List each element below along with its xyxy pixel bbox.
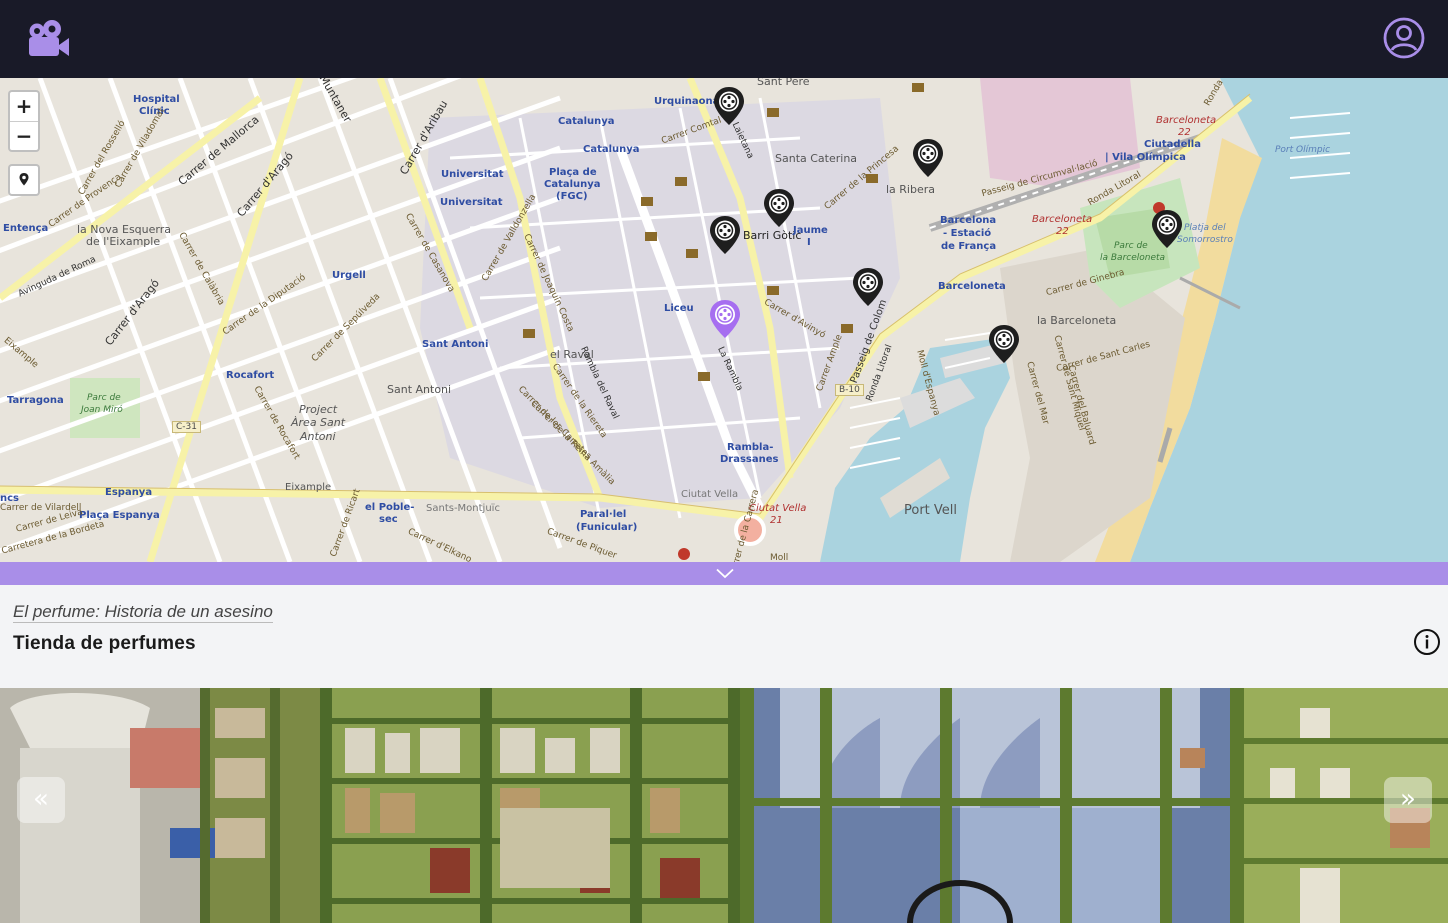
map-label: Sant Pere xyxy=(757,78,810,88)
map-label: Tarragona xyxy=(7,395,64,406)
location-info-panel: El perfume: Historia de un asesino Tiend… xyxy=(0,585,1448,688)
carousel-next-button[interactable]: » xyxy=(1384,777,1432,823)
map-label: | Vila Olímpica xyxy=(1105,152,1186,163)
map-label: Parc de xyxy=(1114,241,1148,251)
map-label: Antoni xyxy=(300,430,336,443)
map-label: Sant Antoni xyxy=(422,339,489,350)
map-label: Moll xyxy=(770,553,789,562)
map-label: - Estació xyxy=(943,228,992,239)
collapse-map-bar[interactable] xyxy=(0,562,1448,585)
map-label: Catalunya xyxy=(583,144,640,155)
road-shield: C-31 xyxy=(172,421,201,433)
map-label: la Barceloneta xyxy=(1100,253,1166,263)
map-label: de França xyxy=(941,241,997,252)
map-label: Rambla- xyxy=(727,442,774,453)
map-label: Plaça de xyxy=(549,167,597,178)
top-navbar xyxy=(0,0,1448,78)
map-label: Barcelona xyxy=(940,215,997,226)
map-label: Ciutat Vella xyxy=(749,503,807,514)
map-label: Urquinaona xyxy=(654,96,720,107)
map-label: Santa Caterina xyxy=(775,152,858,165)
map-label: Project xyxy=(299,403,338,416)
map-label: Barceloneta xyxy=(1032,214,1093,225)
info-circle-icon[interactable] xyxy=(1413,628,1441,656)
map-label: Àrea Sant xyxy=(291,416,346,429)
film-title-link[interactable]: El perfume: Historia de un asesino xyxy=(13,602,273,623)
map-label: Catalunya xyxy=(544,179,601,190)
film-location-pin[interactable] xyxy=(851,267,885,307)
film-location-pin[interactable] xyxy=(987,324,1021,364)
locate-button[interactable] xyxy=(8,164,40,196)
map-label: Liceu xyxy=(664,303,694,314)
film-location-pin[interactable] xyxy=(712,86,746,126)
map-pin-icon xyxy=(19,173,29,186)
map-label: Entença xyxy=(3,223,49,234)
map-label: Barceloneta xyxy=(1156,115,1217,126)
map-label: el Poble- xyxy=(365,502,415,513)
carousel-prev-button[interactable]: « xyxy=(17,777,65,823)
perfume-shop-photo xyxy=(0,688,1448,923)
map-label: Platja del xyxy=(1184,223,1226,233)
map-label: Drassanes xyxy=(720,454,779,465)
film-location-pin-selected[interactable] xyxy=(708,299,742,339)
zoom-control: + − xyxy=(8,90,40,152)
map-label: Parc de xyxy=(87,393,121,403)
map-label: Ciutat Vella xyxy=(681,489,739,500)
map-label: Catalunya xyxy=(558,116,615,127)
map-label: Port Vell xyxy=(904,503,958,518)
map-label: 22 xyxy=(1056,226,1069,237)
map-label: Urgell xyxy=(332,270,366,281)
zoom-out-button[interactable]: − xyxy=(10,122,38,151)
film-location-pin[interactable] xyxy=(762,188,796,228)
film-location-pin[interactable] xyxy=(911,138,945,178)
map-label: Hospital xyxy=(133,94,180,105)
map-label: 22 xyxy=(1178,127,1191,138)
map-label: la Ribera xyxy=(886,183,936,196)
map-label: Ciutadella xyxy=(1144,139,1201,150)
map-label: Espanya xyxy=(105,487,153,498)
map-label: la Barceloneta xyxy=(1037,314,1117,327)
user-circle-icon[interactable] xyxy=(1382,16,1426,60)
map-label: Sant Antoni xyxy=(387,383,452,396)
map-label: sec xyxy=(379,514,398,525)
film-location-pin[interactable] xyxy=(708,215,742,255)
map-label: Universitat xyxy=(441,169,504,180)
map-label: I xyxy=(807,237,811,248)
chevron-down-icon xyxy=(716,568,734,579)
map-label: Somorrostro xyxy=(1177,235,1233,245)
map-label: Plaça Espanya xyxy=(79,510,160,521)
film-location-pin[interactable] xyxy=(1150,209,1184,249)
map-label: de l'Eixample xyxy=(86,235,161,248)
map-label: (Funicular) xyxy=(576,522,638,533)
map-view[interactable]: Hospital Clínic Sant Pere Urquinaona Cat… xyxy=(0,78,1448,562)
map-label: Rocafort xyxy=(226,370,275,381)
map-label: Eixample xyxy=(285,482,332,493)
place-title: Tienda de perfumes xyxy=(13,633,196,654)
map-label: Port Olímpic xyxy=(1275,145,1331,155)
map-label: Carrer de Vilardell xyxy=(0,503,82,513)
map-label: Paral·lel xyxy=(580,509,627,520)
zoom-in-button[interactable]: + xyxy=(10,92,38,121)
movie-camera-icon[interactable] xyxy=(27,18,71,60)
map-label: Jaume xyxy=(793,225,828,236)
map-label: Joan Miró xyxy=(81,405,123,415)
map-label: Universitat xyxy=(440,197,503,208)
map-label: 21 xyxy=(770,515,783,526)
map-label: Sants-Montjuïc xyxy=(426,503,500,514)
map-label: (FGC) xyxy=(556,191,588,202)
map-label: ncs xyxy=(0,493,19,504)
road-shield: B-10 xyxy=(835,384,864,396)
map-label: Barceloneta xyxy=(938,281,1006,292)
